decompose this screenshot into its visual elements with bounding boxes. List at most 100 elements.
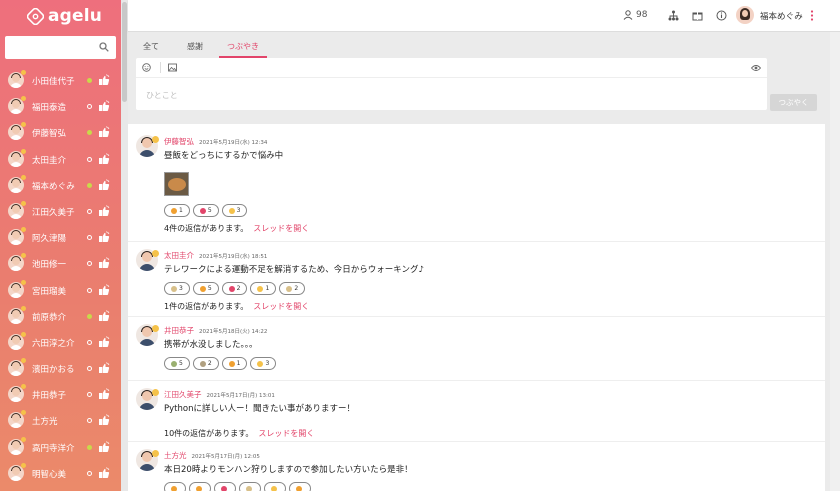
reaction-button[interactable]: 1 xyxy=(221,357,248,370)
post-author-name[interactable]: 伊藤智弘 xyxy=(164,137,194,146)
info-button[interactable] xyxy=(716,10,727,21)
reaction-count: 1 xyxy=(236,360,241,367)
post-author[interactable]: 伊藤智弘 2021年5月19日(水) 12:34 xyxy=(164,136,267,147)
sidebar-user-item[interactable]: 高円寺洋介 xyxy=(0,434,121,460)
wave-hand-icon[interactable] xyxy=(98,283,110,296)
post-author[interactable]: 土方光 2021年5月17日(月) 12:05 xyxy=(164,450,260,461)
post-author-name[interactable]: 江田久美子 xyxy=(164,390,202,399)
wave-hand-icon[interactable] xyxy=(98,414,110,426)
crown-badge xyxy=(21,96,26,102)
reaction-list: 3 5 2 1 2 xyxy=(164,282,306,295)
current-user-name[interactable]: 福本めぐみ xyxy=(760,10,803,22)
sidebar-scrollbar[interactable] xyxy=(121,0,128,491)
sidebar-user-item[interactable]: 伊藤智弘 xyxy=(0,119,121,145)
toolbar-divider xyxy=(160,62,161,73)
wave-hand-icon[interactable] xyxy=(98,74,110,86)
open-thread-link[interactable]: スレッドを開く xyxy=(258,429,314,438)
feed-scrollbar[interactable] xyxy=(830,32,840,491)
reaction-button[interactable] xyxy=(264,482,286,491)
reaction-button[interactable] xyxy=(214,482,236,491)
wave-hand-icon[interactable] xyxy=(98,467,110,479)
search-icon[interactable] xyxy=(99,42,109,52)
emoji-icon[interactable] xyxy=(142,63,151,72)
presence-indicator xyxy=(87,235,92,241)
sidebar-user-item[interactable]: 明智心美 xyxy=(0,460,121,486)
sidebar-user-item[interactable]: 福本めぐみ xyxy=(0,172,121,198)
sidebar-user-item[interactable]: 江田久美子 xyxy=(0,198,121,224)
wave-hand-icon[interactable] xyxy=(98,440,110,453)
reaction-button[interactable]: 1 xyxy=(164,204,190,217)
reaction-button[interactable]: 3 xyxy=(164,282,190,295)
sidebar-user-item[interactable]: 阿久津陽 xyxy=(0,224,121,250)
wave-hand-icon[interactable] xyxy=(98,362,110,374)
post-author-name[interactable]: 太田圭介 xyxy=(164,251,194,260)
wave-hand-icon[interactable] xyxy=(98,179,110,191)
wave-hand-icon[interactable] xyxy=(98,100,110,112)
sidebar-user-item[interactable]: 太田圭介 xyxy=(0,146,121,172)
reaction-button[interactable] xyxy=(189,482,211,491)
eye-icon[interactable] xyxy=(751,64,761,72)
wave-hand-icon[interactable] xyxy=(98,388,110,400)
reaction-button[interactable]: 5 xyxy=(192,282,219,295)
current-user-avatar[interactable] xyxy=(736,6,754,24)
online-count-value: 98 xyxy=(636,10,648,20)
presence-indicator xyxy=(87,104,92,110)
org-chart-button[interactable] xyxy=(668,10,679,21)
sidebar-user-item[interactable]: 小田佳代子 xyxy=(0,67,121,93)
reaction-button[interactable] xyxy=(239,482,261,491)
wave-hand-icon[interactable] xyxy=(98,257,110,269)
sidebar-scroll-thumb[interactable] xyxy=(122,2,127,102)
reaction-button[interactable] xyxy=(164,482,186,491)
wave-hand-icon[interactable] xyxy=(98,309,110,322)
post-author[interactable]: 江田久美子 2021年5月17日(月) 13:01 xyxy=(164,389,275,400)
sidebar-user-item[interactable]: 六田淳之介 xyxy=(0,329,121,355)
image-icon[interactable] xyxy=(168,63,177,72)
search-box[interactable] xyxy=(5,36,116,59)
reaction-button[interactable]: 2 xyxy=(279,282,306,295)
reaction-button[interactable]: 5 xyxy=(192,204,219,217)
post-image-thumbnail[interactable] xyxy=(164,172,189,196)
reply-count-text: 1件の返信があります。 xyxy=(164,302,249,311)
sidebar-user-item[interactable]: 宮田瑠美 xyxy=(0,277,121,303)
wave-hand-icon[interactable] xyxy=(98,205,110,217)
sidebar-user-item[interactable]: 池田修一 xyxy=(0,250,121,276)
post-author-name[interactable]: 土方光 xyxy=(164,451,187,460)
tab-tweets[interactable]: つぶやき xyxy=(219,37,267,58)
more-menu-button[interactable] xyxy=(810,10,814,21)
reaction-emoji-icon xyxy=(286,285,293,292)
reaction-button[interactable]: 5 xyxy=(164,357,190,370)
crown-badge xyxy=(152,389,159,396)
sidebar-user-item[interactable]: 福田泰造 xyxy=(0,93,121,119)
post-author-name[interactable]: 井田恭子 xyxy=(164,326,194,335)
tab-all[interactable]: 全て xyxy=(143,37,159,56)
wave-hand-icon[interactable] xyxy=(98,336,110,348)
app-logo[interactable]: agelu xyxy=(27,6,102,26)
open-thread-link[interactable]: スレッドを開く xyxy=(253,302,309,311)
open-thread-link[interactable]: スレッドを開く xyxy=(253,224,309,233)
post-author[interactable]: 井田恭子 2021年5月18日(火) 14:22 xyxy=(164,325,267,336)
compose-box[interactable]: ひとこと xyxy=(136,58,767,110)
sidebar-user-item[interactable]: 前原恭介 xyxy=(0,303,121,329)
wave-hand-icon[interactable] xyxy=(98,126,110,138)
sidebar-user-item[interactable]: 土方光 xyxy=(0,407,121,433)
reaction-emoji-icon xyxy=(257,360,264,367)
online-count[interactable]: 98 xyxy=(623,10,647,20)
reaction-button[interactable] xyxy=(289,482,311,491)
gift-button[interactable] xyxy=(692,10,703,21)
reaction-count: 5 xyxy=(179,360,183,367)
reaction-button[interactable]: 1 xyxy=(250,282,277,295)
sidebar-user-item[interactable]: 濱田かおる xyxy=(0,355,121,381)
wave-hand-icon[interactable] xyxy=(98,231,110,243)
presence-indicator xyxy=(87,156,92,162)
reaction-button[interactable]: 3 xyxy=(250,357,277,370)
reaction-button[interactable]: 2 xyxy=(192,357,219,370)
tab-thanks[interactable]: 感謝 xyxy=(187,37,203,56)
sidebar-user-name: 伊藤智弘 xyxy=(32,129,67,140)
reaction-button[interactable]: 2 xyxy=(221,282,248,295)
reaction-list xyxy=(164,482,311,491)
post-button[interactable]: つぶやく xyxy=(770,94,817,111)
post-author[interactable]: 太田圭介 2021年5月19日(水) 18:51 xyxy=(164,250,267,261)
reaction-button[interactable]: 3 xyxy=(221,204,248,217)
sidebar-user-item[interactable]: 井田恭子 xyxy=(0,381,121,407)
wave-hand-icon[interactable] xyxy=(98,152,110,165)
